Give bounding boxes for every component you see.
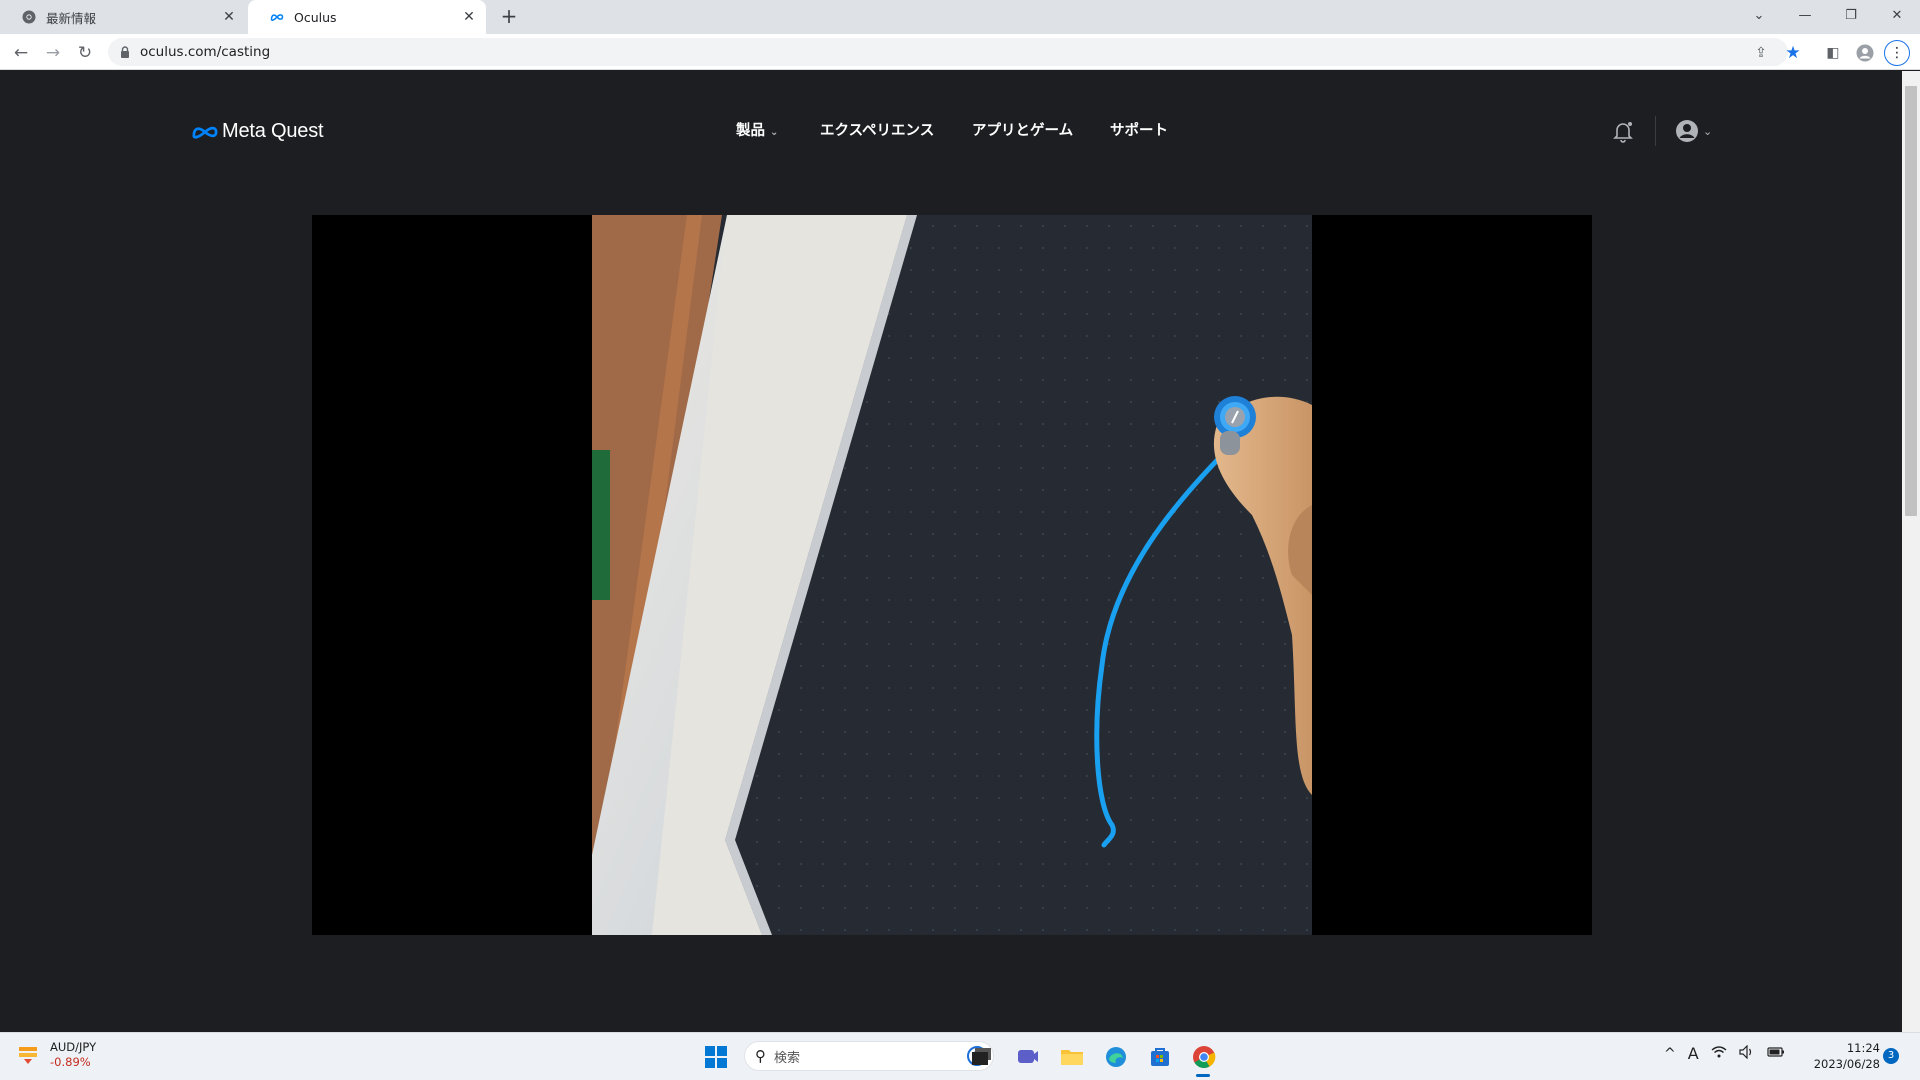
notification-badge[interactable]: 3 [1883,1048,1899,1064]
bookmark-star-icon[interactable]: ★ [1780,40,1806,66]
nav-apps-and-games[interactable]: アプリとゲーム [972,119,1073,140]
chrome-taskbar-icon[interactable] [1190,1043,1218,1071]
show-hidden-icons-icon[interactable]: ^ [1664,1046,1676,1062]
tab-news[interactable]: 最新情報 ✕ [0,0,246,34]
meta-icon [270,10,284,24]
browser-toolbar: ← → ↻ oculus.com/casting ⇪ ★ ◧ ⋮ [0,34,1920,70]
reload-button[interactable]: ↻ [72,40,98,66]
edge-browser-icon[interactable] [1102,1043,1130,1071]
header-divider [1655,116,1656,146]
side-panel-icon[interactable]: ◧ [1820,40,1846,66]
teams-chat-icon[interactable] [1014,1043,1042,1071]
meta-logo-icon [192,126,218,139]
account-menu[interactable]: ⌄ [1674,118,1716,144]
task-view-icon[interactable] [968,1043,996,1071]
menu-kebab-icon[interactable]: ⋮ [1884,40,1910,66]
close-tab-icon[interactable]: ✕ [460,8,478,26]
chevron-down-icon: ⌄ [1703,124,1713,138]
nav-label: 製品 [736,123,765,139]
tab-oculus[interactable]: Oculus ✕ [248,0,486,34]
ticker-change: -0.89% [50,1055,91,1069]
profile-icon[interactable] [1852,40,1878,66]
url-text: oculus.com/casting [140,44,271,60]
lock-icon [121,46,129,58]
ime-indicator[interactable]: A [1688,1044,1699,1063]
vr-scene-image [592,215,1312,935]
close-window-button[interactable]: ✕ [1874,0,1920,30]
wifi-icon[interactable] [1711,1045,1727,1062]
system-tray: ^ A [1664,1044,1785,1063]
logo-text: Meta Quest [222,120,324,142]
tab-title: 最新情報 [46,10,97,26]
battery-icon[interactable] [1767,1046,1785,1062]
ticker-pair: AUD/JPY [50,1040,97,1054]
nav-support[interactable]: サポート [1110,119,1168,140]
search-placeholder: 検索 [774,1050,801,1066]
forward-button[interactable]: → [40,40,66,66]
tab-search-icon[interactable]: ⌄ [1736,0,1782,30]
notification-bell-icon[interactable] [1610,118,1636,144]
address-bar[interactable]: oculus.com/casting [108,38,1788,66]
active-app-indicator [1196,1074,1210,1077]
clock-time: 11:24 [1846,1041,1880,1055]
taskbar-search[interactable]: ⚲ 検索 b [744,1041,994,1071]
back-button[interactable]: ← [8,40,34,66]
ticker-icon [19,1047,37,1064]
file-explorer-icon[interactable] [1058,1043,1086,1071]
restore-button[interactable]: ❐ [1828,0,1874,30]
nav-experiences[interactable]: エクスペリエンス [820,119,934,140]
meta-quest-logo[interactable]: Meta Quest [192,120,324,143]
close-tab-icon[interactable]: ✕ [220,8,238,26]
cast-stream-frame [592,215,1312,935]
windows-start-icon[interactable] [702,1043,730,1071]
account-avatar-icon [1676,120,1698,142]
tab-title: Oculus [294,9,337,25]
volume-icon[interactable] [1739,1044,1755,1063]
clock-date: 2023/06/28 [1813,1057,1880,1071]
chrome-icon [22,10,36,24]
scrollbar-thumb[interactable] [1905,86,1917,516]
minimize-button[interactable]: — [1782,0,1828,30]
chevron-down-icon: ⌄ [770,127,779,138]
search-icon: ⚲ [755,1047,766,1065]
taskbar-clock[interactable]: 11:24 2023/06/28 [1810,1040,1880,1072]
stock-ticker-widget[interactable]: AUD/JPY -0.89% [16,1040,96,1070]
share-icon[interactable]: ⇪ [1748,40,1774,66]
new-tab-button[interactable]: + [496,6,522,28]
nav-products[interactable]: 製品 ⌄ [736,119,778,140]
store-icon[interactable] [1146,1043,1174,1071]
